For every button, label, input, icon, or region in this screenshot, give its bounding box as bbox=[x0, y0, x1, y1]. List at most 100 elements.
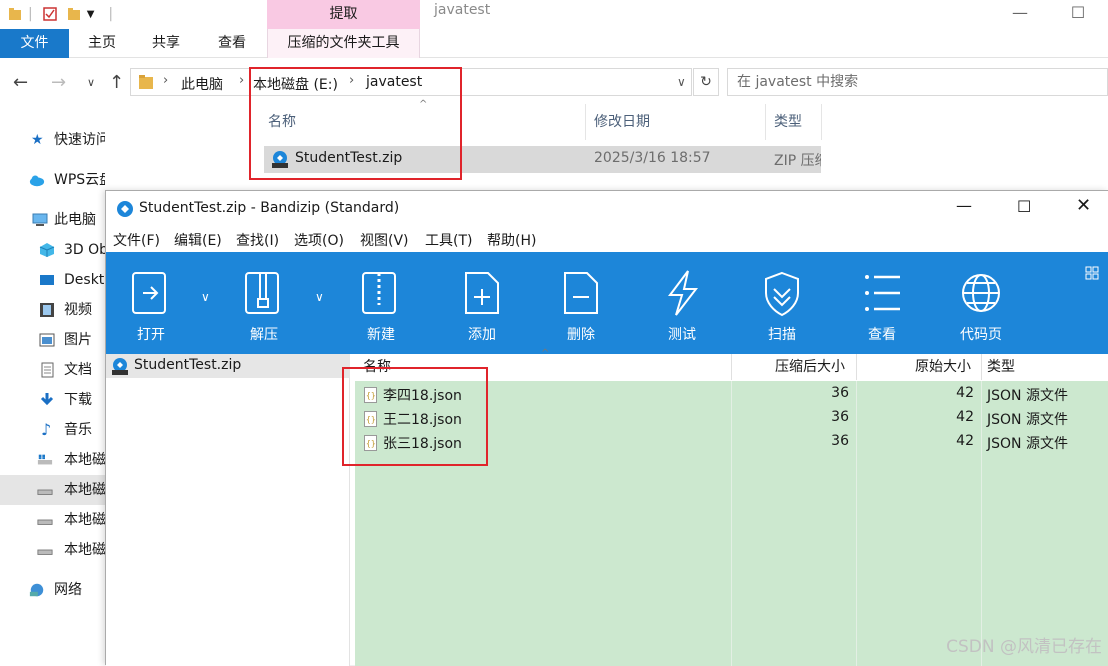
codepage-button[interactable]: 代码页 bbox=[941, 252, 1021, 354]
divider: | bbox=[108, 6, 113, 22]
chevron-down-icon[interactable]: ∨ bbox=[677, 75, 686, 89]
search-input[interactable]: 在 javatest 中搜索 bbox=[727, 68, 1108, 96]
nav-item-local-disk-f[interactable]: 本地磁盘 bbox=[0, 505, 105, 535]
chevron-down-icon[interactable]: ∨ bbox=[315, 290, 324, 304]
view-icon bbox=[862, 269, 902, 317]
column-modified[interactable]: 修改日期 bbox=[594, 104, 650, 140]
properties-icon[interactable] bbox=[43, 7, 57, 21]
column-divider[interactable] bbox=[856, 354, 857, 380]
nav-item-this-pc[interactable]: 此电脑 bbox=[0, 205, 105, 235]
customize-qat-icon[interactable]: ▼ bbox=[87, 9, 95, 20]
nav-item-3d-objects[interactable]: 3D Objects bbox=[0, 235, 105, 265]
computer-icon bbox=[32, 212, 48, 228]
layout-grid-icon[interactable] bbox=[1085, 266, 1099, 280]
tab-compressed-folder-tools[interactable]: 压缩的文件夹工具 bbox=[267, 29, 420, 58]
new-archive-button[interactable]: 新建 bbox=[341, 252, 421, 354]
column-divider[interactable] bbox=[821, 104, 822, 140]
menu-options[interactable]: 选项(O) bbox=[294, 230, 344, 250]
film-icon bbox=[39, 302, 55, 318]
forward-icon[interactable]: → bbox=[51, 72, 66, 93]
breadcrumb-this-pc[interactable]: 此电脑 bbox=[181, 74, 223, 94]
maximize-icon[interactable]: ☐ bbox=[1058, 0, 1098, 28]
nav-item-local-disk-g[interactable]: 本地磁盘 bbox=[0, 535, 105, 565]
chevron-right-icon: › bbox=[163, 73, 168, 88]
tab-share[interactable]: 共享 bbox=[135, 29, 197, 58]
cloud-icon bbox=[29, 172, 45, 188]
quick-access-toolbar: | ▼ | bbox=[0, 0, 113, 28]
file-type: JSON 源文件 bbox=[987, 433, 1068, 453]
packed-size: 36 bbox=[789, 433, 849, 449]
column-divider[interactable] bbox=[981, 354, 982, 380]
menu-help[interactable]: 帮助(H) bbox=[487, 230, 536, 250]
minimize-icon[interactable]: — bbox=[1000, 0, 1040, 28]
column-type[interactable]: 类型 bbox=[774, 104, 802, 140]
recent-locations-icon[interactable]: ∨ bbox=[87, 76, 95, 89]
column-packed-size[interactable]: 压缩后大小 bbox=[775, 354, 845, 380]
window-title: javatest bbox=[434, 2, 490, 18]
download-icon bbox=[39, 392, 55, 408]
column-original-size[interactable]: 原始大小 bbox=[915, 354, 971, 380]
nav-item-pictures[interactable]: 图片 bbox=[0, 325, 105, 355]
drive-icon bbox=[37, 542, 53, 558]
back-icon[interactable]: ← bbox=[13, 72, 28, 93]
packed-size: 36 bbox=[789, 409, 849, 425]
file-type: JSON 源文件 bbox=[987, 385, 1068, 405]
scan-icon bbox=[762, 269, 802, 317]
nav-item-music[interactable]: ♪ 音乐 bbox=[0, 415, 105, 445]
music-icon: ♪ bbox=[41, 415, 57, 431]
close-icon[interactable]: ✕ bbox=[1076, 195, 1091, 216]
folder-icon[interactable] bbox=[8, 7, 22, 21]
delete-button[interactable]: 删除 bbox=[541, 252, 621, 354]
search-placeholder: 在 javatest 中搜索 bbox=[737, 74, 858, 90]
nav-item-desktop[interactable]: Desktop bbox=[0, 265, 105, 295]
test-button[interactable]: 测试 bbox=[642, 252, 722, 354]
column-type[interactable]: 类型 bbox=[987, 354, 1015, 380]
new-folder-icon[interactable] bbox=[67, 7, 81, 21]
tree-item-archive[interactable]: StudentTest.zip bbox=[106, 354, 350, 378]
test-icon bbox=[662, 269, 702, 317]
extract-button[interactable]: 解压 bbox=[224, 252, 304, 354]
star-icon: ★ bbox=[31, 125, 47, 141]
open-button[interactable]: 打开 bbox=[111, 252, 191, 354]
up-icon[interactable]: ↑ bbox=[109, 72, 124, 93]
add-button[interactable]: 添加 bbox=[442, 252, 522, 354]
view-button[interactable]: 查看 bbox=[842, 252, 922, 354]
chevron-down-icon[interactable]: ∨ bbox=[201, 290, 210, 304]
nav-item-local-disk-e[interactable]: 本地磁盘 bbox=[0, 475, 105, 505]
contextual-tab-group: 提取 bbox=[267, 0, 420, 29]
watermark: CSDN @风清已存在 bbox=[946, 632, 1102, 657]
column-divider[interactable] bbox=[585, 104, 586, 140]
tree-item-label: StudentTest.zip bbox=[134, 357, 241, 373]
menu-edit[interactable]: 编辑(E) bbox=[174, 230, 222, 250]
file-type: ZIP 压缩 bbox=[774, 150, 821, 170]
tab-home[interactable]: 主页 bbox=[69, 29, 135, 58]
tab-view[interactable]: 查看 bbox=[197, 29, 267, 58]
window-title: StudentTest.zip - Bandizip (Standard) bbox=[139, 200, 399, 216]
nav-item-downloads[interactable]: 下载 bbox=[0, 385, 105, 415]
nav-item-quick-access[interactable]: ★ 快速访问 bbox=[0, 125, 105, 155]
sort-ascending-icon: ^ bbox=[541, 348, 549, 359]
toolbar: 打开 ∨ 解压 ∨ 新建 添加 删除 测试 扫描 查看 bbox=[106, 252, 1108, 354]
delete-file-icon bbox=[561, 269, 601, 317]
refresh-icon[interactable]: ↻ bbox=[693, 68, 719, 96]
extract-icon bbox=[244, 269, 284, 317]
tab-file[interactable]: 文件 bbox=[0, 29, 69, 58]
original-size: 42 bbox=[914, 385, 974, 401]
menu-tools[interactable]: 工具(T) bbox=[425, 230, 472, 250]
nav-item-local-disk-c[interactable]: 本地磁盘 bbox=[0, 445, 105, 475]
nav-item-documents[interactable]: 文档 bbox=[0, 355, 105, 385]
nav-item-wps-cloud[interactable]: WPS云盘 bbox=[0, 165, 105, 195]
bandizip-logo-icon bbox=[116, 200, 134, 218]
minimize-icon[interactable]: — bbox=[956, 196, 972, 215]
nav-item-network[interactable]: 网络 bbox=[0, 575, 105, 605]
menu-find[interactable]: 查找(I) bbox=[236, 230, 279, 250]
column-divider[interactable] bbox=[765, 104, 766, 140]
scan-button[interactable]: 扫描 bbox=[742, 252, 822, 354]
menu-view[interactable]: 视图(V) bbox=[360, 230, 409, 250]
menu-file[interactable]: 文件(F) bbox=[113, 230, 160, 250]
maximize-icon[interactable]: ☐ bbox=[1017, 197, 1031, 216]
nav-item-videos[interactable]: 视频 bbox=[0, 295, 105, 325]
open-icon bbox=[131, 269, 171, 317]
column-divider[interactable] bbox=[731, 354, 732, 380]
original-size: 42 bbox=[914, 433, 974, 449]
